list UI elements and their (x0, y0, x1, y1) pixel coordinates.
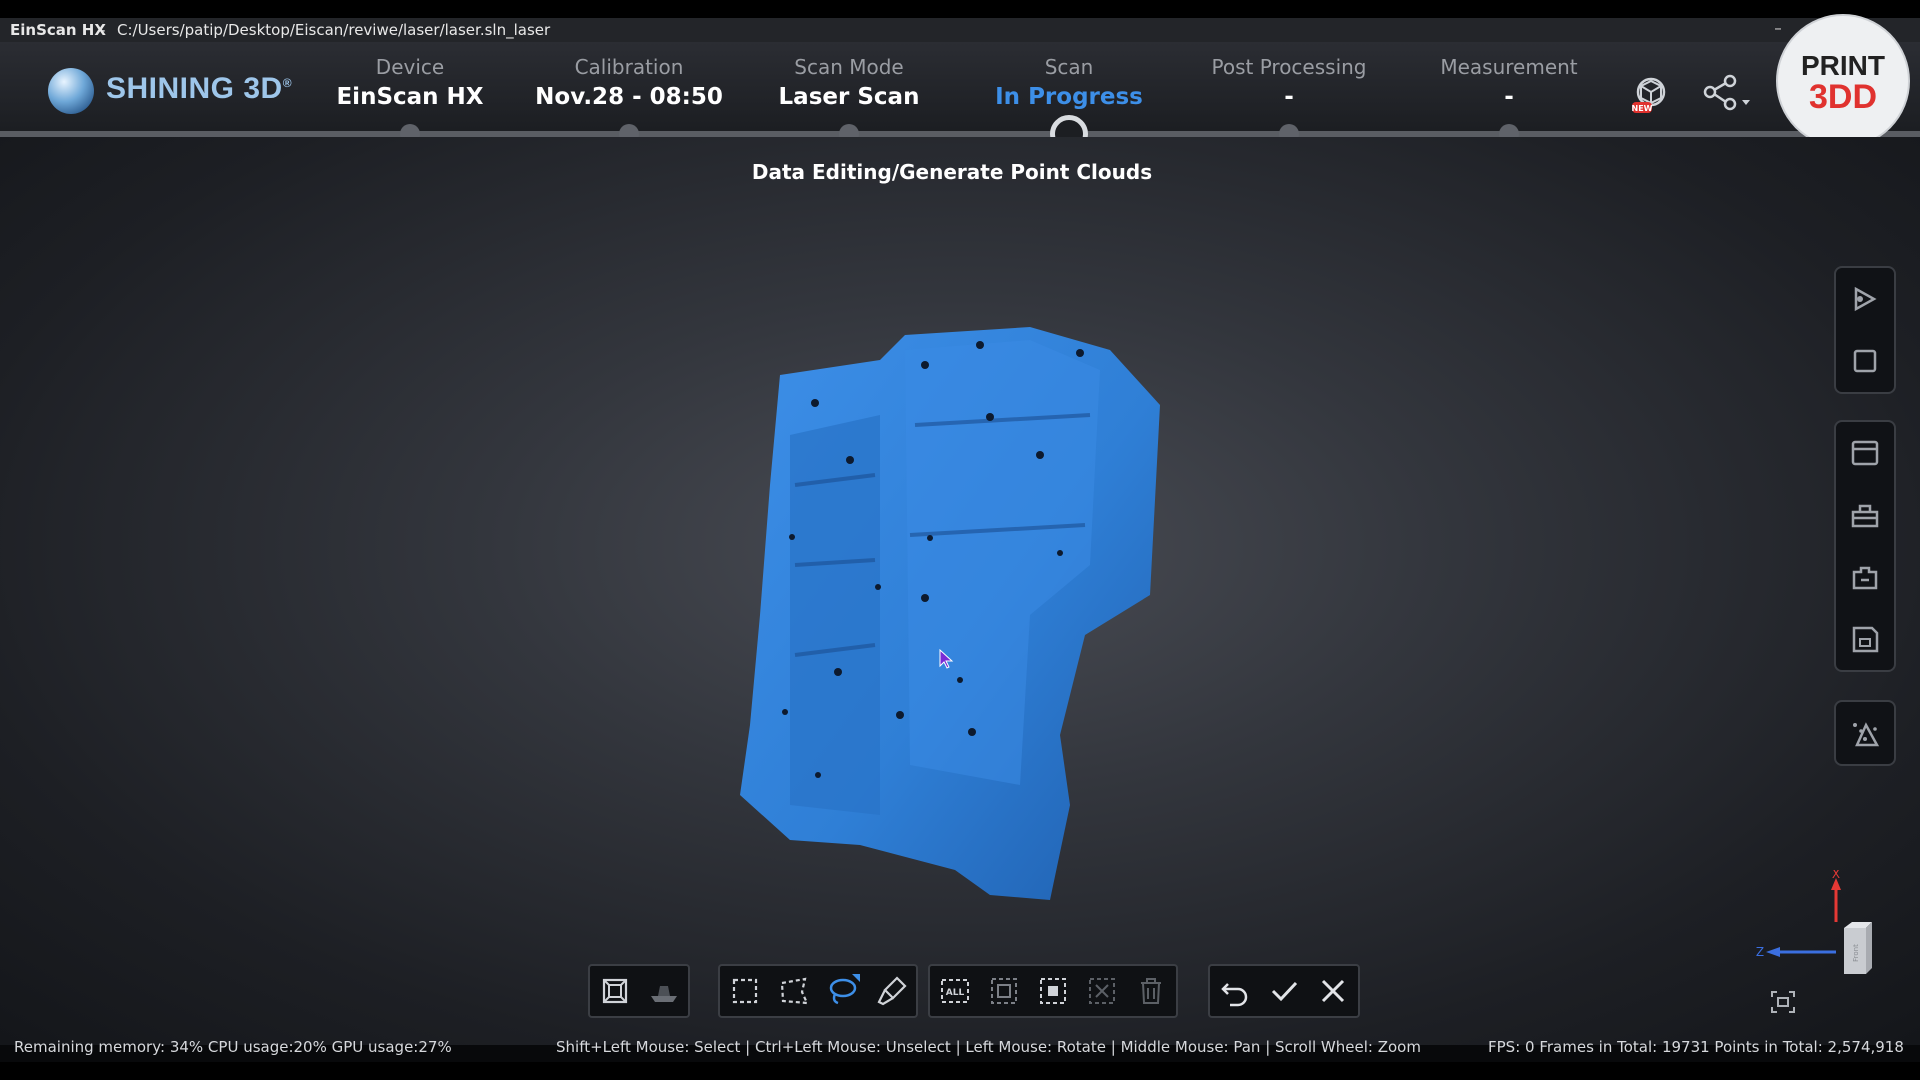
point-cloud-icon (1853, 722, 1880, 747)
undo-icon (1220, 983, 1247, 1007)
svg-text:ALL: ALL (945, 988, 964, 998)
step-value: - (1284, 84, 1294, 110)
logo-globe-icon (48, 68, 94, 114)
toolbox-icon (1851, 504, 1879, 528)
scanned-model[interactable] (730, 315, 1170, 905)
bottom-black-strip (0, 1062, 1920, 1080)
svg-text:Z: Z (1756, 945, 1764, 959)
resource-usage: Remaining memory: 34% CPU usage:20% GPU … (14, 1038, 452, 1056)
minimize-button[interactable]: – (1764, 16, 1792, 40)
brush-select-icon (877, 976, 907, 1006)
rect-select-icon (732, 978, 757, 1004)
panel-icon (1851, 440, 1879, 466)
step-value: EinScan HX (336, 84, 484, 110)
plugin-icon (1852, 566, 1878, 590)
lasso-select-button[interactable] (818, 966, 867, 1016)
select-connected-icon (1040, 978, 1066, 1004)
svg-text:X: X (1832, 870, 1840, 881)
step-value: In Progress (995, 84, 1143, 110)
svg-text:Front: Front (1852, 944, 1860, 962)
step-label: Measurement (1440, 55, 1578, 79)
step-label: Scan (1044, 55, 1094, 79)
select-all-button[interactable]: ALL (930, 966, 979, 1016)
rect-select-button[interactable] (720, 966, 769, 1016)
step-measurement[interactable]: Measurement - (1399, 54, 1619, 114)
stop-icon (1853, 349, 1877, 373)
invert-select-icon (990, 978, 1017, 1004)
step-scan[interactable]: Scan In Progress (959, 54, 1179, 114)
box-view-button[interactable] (590, 966, 639, 1016)
step-label: Device (375, 55, 445, 79)
stop-button[interactable] (1836, 330, 1894, 392)
step-value: Nov.28 - 08:50 (535, 84, 723, 110)
play-icon (1854, 286, 1877, 312)
step-value: - (1504, 84, 1514, 110)
step-scan-mode[interactable]: Scan Mode Laser Scan (739, 54, 959, 114)
step-value: Laser Scan (778, 84, 920, 110)
confirm-button[interactable] (1259, 966, 1308, 1016)
step-label: Post Processing (1211, 55, 1367, 79)
select-all-icon: ALL (940, 979, 969, 1003)
confirm-icon (1271, 981, 1298, 1002)
unselect-button[interactable] (1078, 966, 1127, 1016)
polygon-select-button[interactable] (769, 966, 818, 1016)
share-icon[interactable] (1700, 72, 1750, 118)
point-cloud-panel (1834, 700, 1896, 766)
select-connected-button[interactable] (1028, 966, 1077, 1016)
save-button[interactable] (1836, 608, 1894, 670)
polygon-select-icon (780, 977, 809, 1005)
box-view-icon (602, 978, 627, 1004)
scan-control-panel (1834, 266, 1896, 394)
file-path: C:/Users/patip/Desktop/Eiscan/reviwe/las… (117, 21, 551, 39)
toolbox-button[interactable] (1836, 484, 1894, 546)
step-device[interactable]: Device EinScan HX (300, 54, 520, 114)
action-toolbar (1208, 964, 1360, 1018)
mouse-hints: Shift+Left Mouse: Select | Ctrl+Left Mou… (556, 1038, 1421, 1056)
title-bar: EinScan HX - C:/Users/patip/Desktop/Eisc… (0, 18, 1920, 42)
plane-button[interactable] (639, 966, 688, 1016)
point-cloud-button[interactable] (1836, 702, 1894, 764)
top-black-strip (0, 0, 1920, 18)
app-name: EinScan HX (10, 21, 106, 39)
step-label: Calibration (574, 55, 684, 79)
brush-select-button[interactable] (867, 966, 916, 1016)
delete-icon (1141, 978, 1162, 1004)
watermark-line1: PRINT (1801, 50, 1885, 81)
orientation-gizmo[interactable]: X Z Front (1752, 870, 1872, 980)
new-feature-icon[interactable]: NEW (1628, 72, 1674, 118)
watermark-line2: 3DD (1808, 78, 1878, 116)
invert-select-button[interactable] (979, 966, 1028, 1016)
status-bar: Remaining memory: 34% CPU usage:20% GPU … (0, 1032, 1920, 1062)
selection-toolbar (718, 964, 918, 1018)
save-icon (1852, 626, 1879, 653)
play-button[interactable] (1836, 268, 1894, 330)
mouse-cursor-icon (939, 648, 954, 669)
tools-panel (1834, 420, 1896, 672)
plugin-button[interactable] (1836, 546, 1894, 608)
fit-view-icon[interactable] (1770, 990, 1796, 1014)
scan-stats: FPS: 0 Frames in Total: 19731 Points in … (1488, 1038, 1904, 1056)
unselect-icon (1089, 978, 1116, 1004)
print3dd-watermark: PRINT 3DD (1776, 14, 1910, 148)
step-calibration[interactable]: Calibration Nov.28 - 08:50 (519, 54, 739, 114)
undo-button[interactable] (1210, 966, 1259, 1016)
step-label: Scan Mode (794, 55, 904, 79)
plane-icon (650, 986, 677, 1002)
stage-title: Data Editing/Generate Point Clouds (751, 160, 1153, 184)
cancel-button[interactable] (1309, 966, 1358, 1016)
svg-text:NEW: NEW (1632, 104, 1653, 113)
cancel-icon (1322, 979, 1345, 1003)
panel-button[interactable] (1836, 422, 1894, 484)
view-toolbar (588, 964, 690, 1018)
brand-name: SHINING 3D® (106, 72, 293, 105)
step-post-processing[interactable]: Post Processing - (1179, 54, 1399, 114)
bulk-select-toolbar: ALL (928, 964, 1178, 1018)
title-separator: - (100, 21, 106, 39)
lasso-select-icon (829, 974, 860, 1005)
delete-button[interactable] (1127, 966, 1176, 1016)
